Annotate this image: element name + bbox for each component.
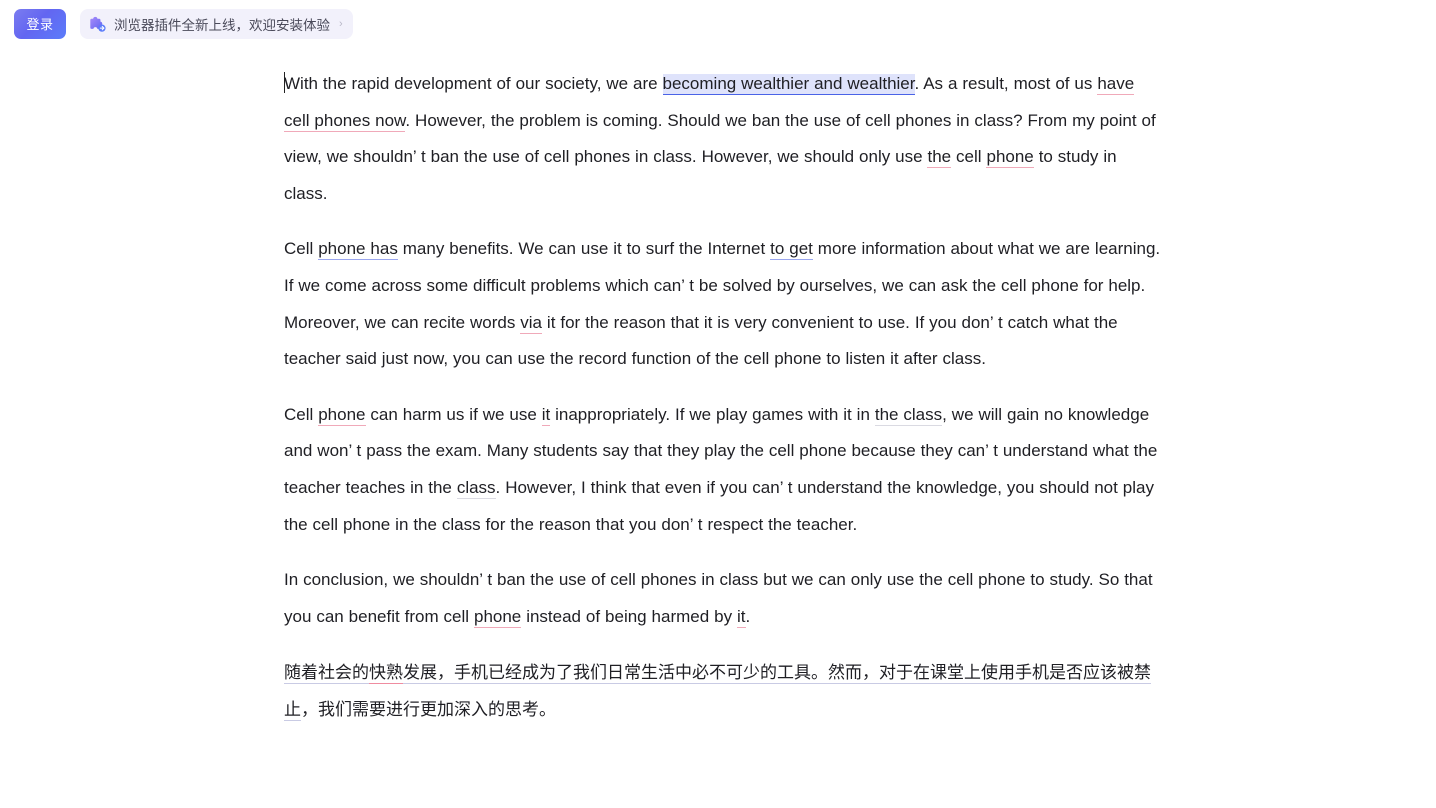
top-bar: 登录 浏览器插件全新上线，欢迎安装体验 › — [0, 0, 1436, 48]
suggestion-grammar[interactable]: it — [541, 404, 551, 426]
suggestion-grammar[interactable]: phone — [473, 606, 522, 628]
paragraph-p3[interactable]: Cell phone can harm us if we use it inap… — [284, 397, 1164, 544]
suggestion-grammar[interactable]: it — [737, 606, 746, 628]
suggestion-minor[interactable]: class — [456, 478, 496, 500]
text-run: Cell — [284, 239, 319, 259]
text-run: With the rapid development of our societ… — [284, 74, 663, 93]
paragraph-p2[interactable]: Cell phone has many benefits. We can use… — [284, 231, 1164, 378]
suggestion-grammar[interactable]: phone — [986, 147, 1034, 169]
suggestion-rewrite[interactable]: to get — [770, 239, 813, 261]
paragraph-p4[interactable]: In conclusion, we shouldn’ t ban the use… — [284, 562, 1164, 635]
text-run: can harm us if we use — [365, 404, 542, 424]
text-run: . As a result, most of us — [914, 74, 1098, 93]
suggestion-spelling-cn[interactable]: 快熟 — [369, 662, 403, 684]
login-button[interactable]: 登录 — [14, 9, 66, 39]
puzzle-plugin-icon — [88, 15, 107, 34]
suggestion-rewrite[interactable]: phone has — [318, 239, 398, 261]
essay-editor[interactable]: With the rapid development of our societ… — [284, 66, 1164, 765]
promo-banner-text: 浏览器插件全新上线，欢迎安装体验 — [114, 18, 330, 33]
text-run: inappropriately. If we play games with i… — [550, 404, 875, 424]
paragraph-p1[interactable]: With the rapid development of our societ… — [284, 66, 1164, 213]
paragraph-clipped-next[interactable] — [284, 728, 1164, 765]
text-run: Cell — [284, 404, 319, 424]
text-run: ，我们需要进行更加深入的思考。 — [301, 699, 556, 719]
suggestion-rewrite-highlighted[interactable]: becoming wealthier and wealthier — [662, 74, 915, 95]
text-run: cell — [951, 147, 987, 167]
suggestion-grammar[interactable]: the — [927, 147, 952, 169]
browser-extension-promo-banner[interactable]: 浏览器插件全新上线，欢迎安装体验 › — [80, 9, 353, 39]
suggestion-grammar[interactable]: phone — [318, 404, 366, 426]
text-run: instead of being harmed by — [521, 606, 737, 626]
suggestion-grammar[interactable]: via — [520, 312, 542, 334]
text-run: . — [745, 606, 751, 626]
suggestion-minor[interactable]: the class — [874, 404, 943, 426]
chevron-right-icon: › — [339, 17, 343, 30]
text-run: many benefits. We can use it to surf the… — [397, 239, 771, 259]
suggestion-style-cn[interactable]: 随着社会的 — [284, 662, 369, 684]
paragraph-p5-cn[interactable]: 随着社会的快熟发展，手机已经成为了我们日常生活中必不可少的工具。然而，对于在课堂… — [284, 654, 1164, 728]
